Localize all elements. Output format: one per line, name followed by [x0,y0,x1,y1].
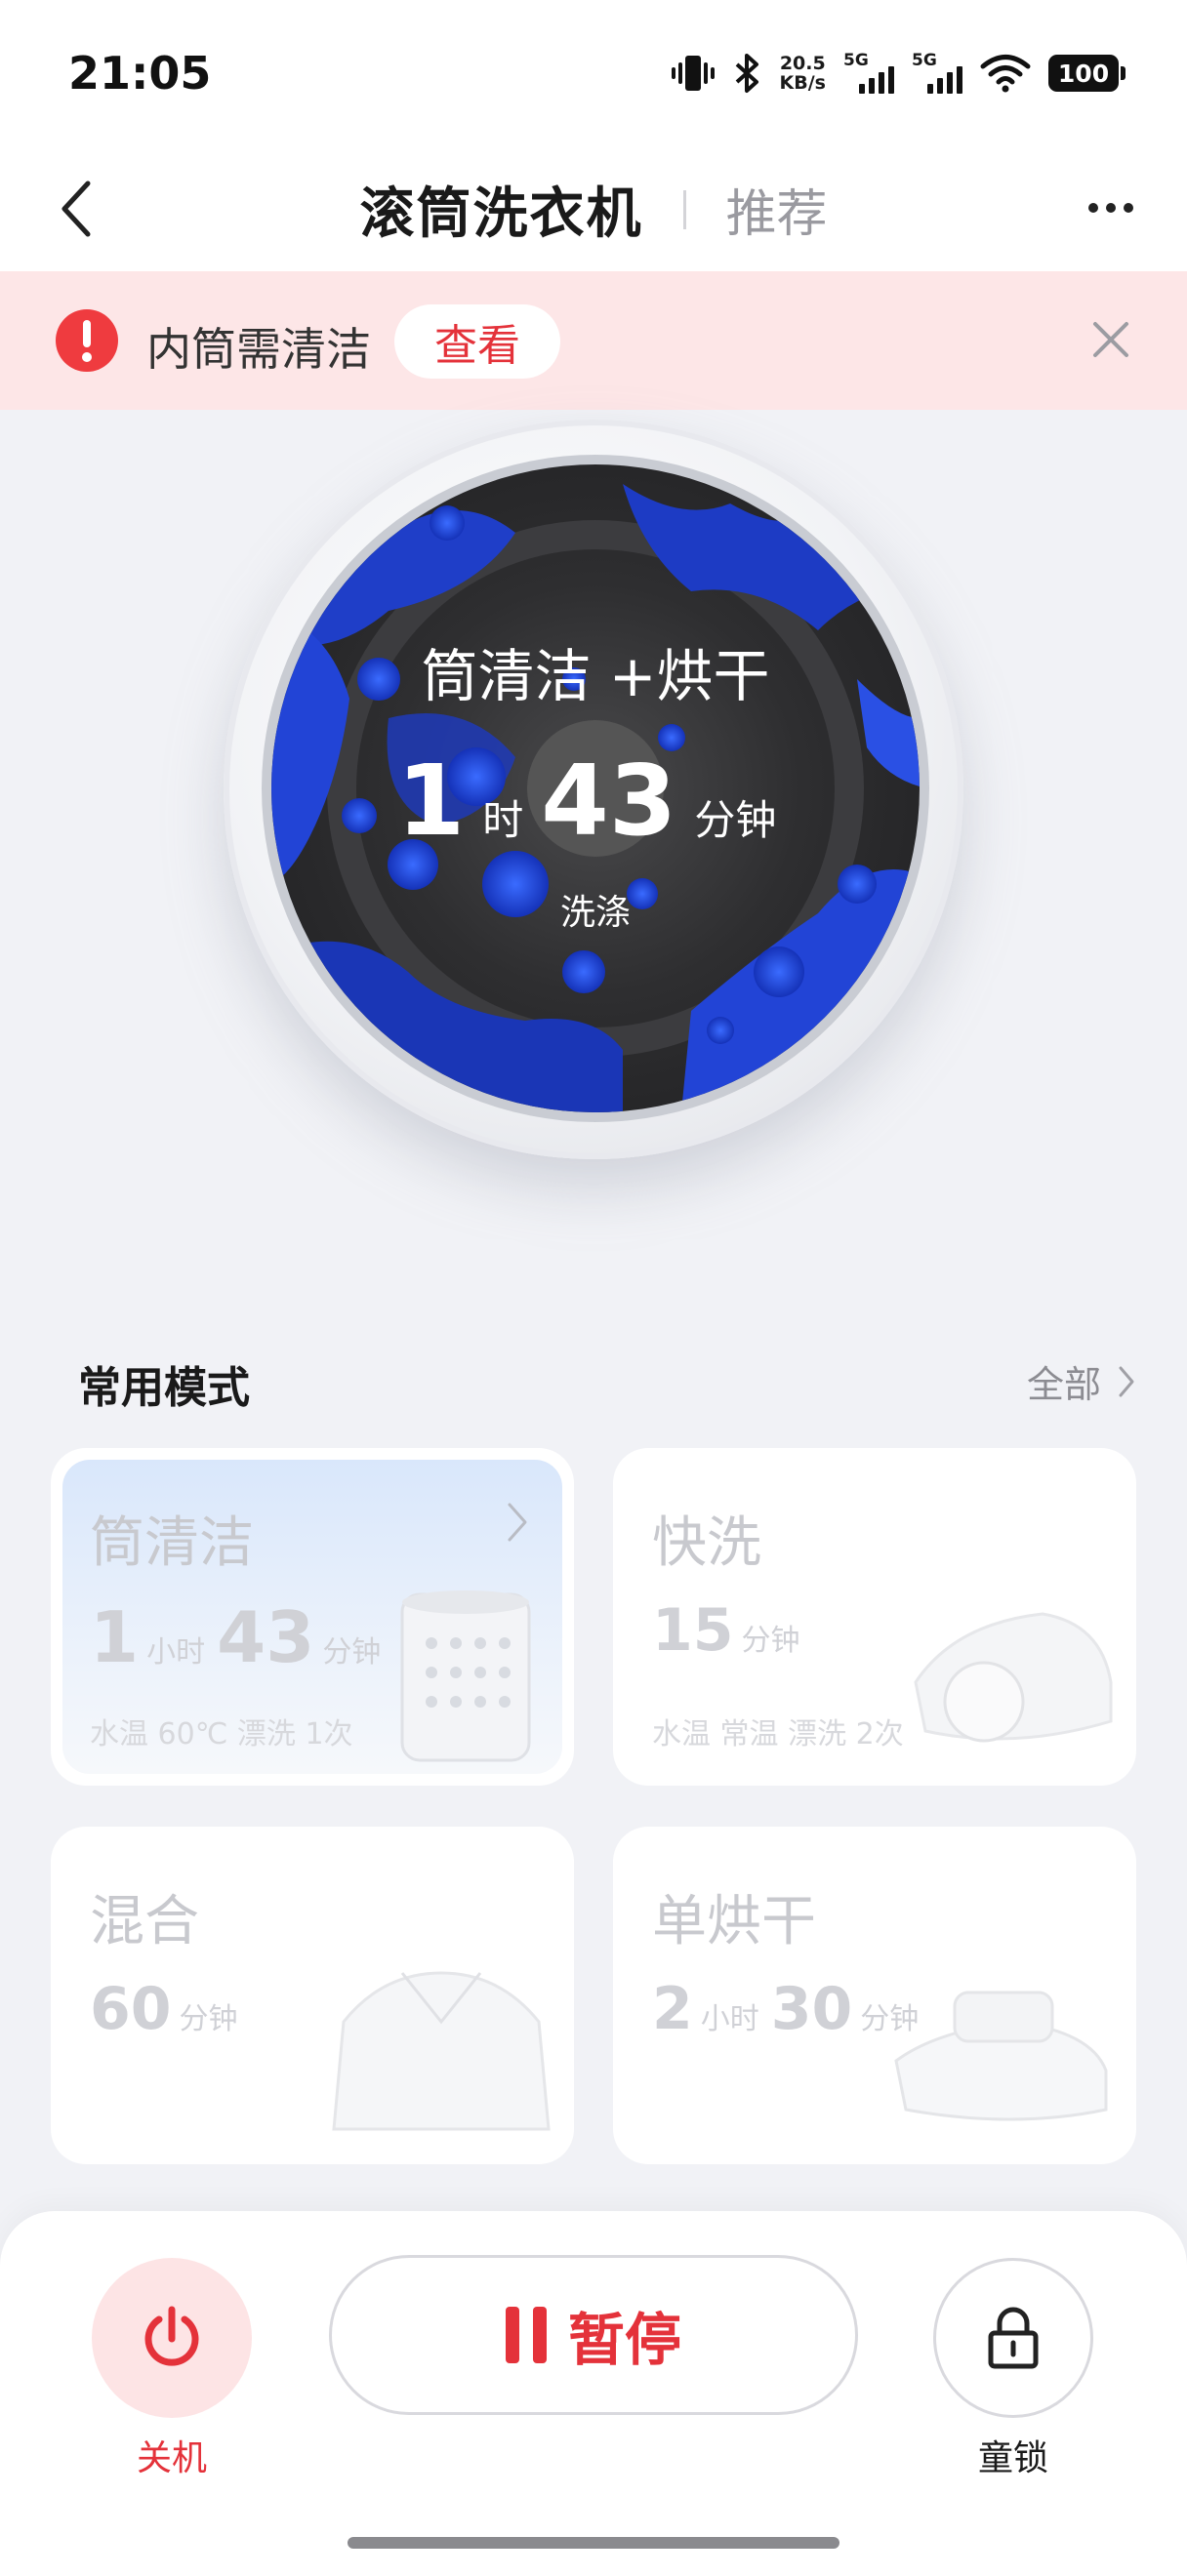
status-icons: 20.5 KB/s 5G 5G 100 [671,51,1126,96]
more-dot-icon [1088,203,1098,213]
duration-value: 43 [217,1596,315,1678]
pause-icon [505,2307,547,2363]
mode-card-drum-clean[interactable]: 筒清洁 1 小时 43 分钟 水温 60℃ 漂洗 1次 [51,1448,574,1786]
mode-name: 快洗 [652,1511,761,1575]
network-speed-value: 20.5 [779,53,826,74]
warning-icon [56,309,118,372]
clothes-image [914,1612,1113,1743]
mode-card-mixed[interactable]: 混合 60 分钟 [51,1827,574,2164]
current-stage: 洗涤 [559,893,631,933]
chevron-right-icon [1119,1366,1134,1396]
mode-details: 水温 60℃ 漂洗 1次 [90,1717,353,1751]
alert-view-button[interactable]: 查看 [394,304,560,379]
section-title: 常用模式 [78,1363,250,1413]
power-off-label: 关机 [136,2438,207,2478]
drum-status: 筒清洁 +烘干 1 时 43 分钟 洗涤 [271,464,920,1112]
vibrate-icon [671,54,716,93]
pause-label: 暂停 [567,2307,681,2373]
network-speed: 20.5 KB/s [780,54,826,93]
mode-card-quick-wash[interactable]: 快洗 15 分钟 水温 常温 漂洗 2次 [613,1448,1136,1786]
duration-unit: 小时 [700,2002,759,2036]
towel-image [894,1991,1108,2121]
current-program: 筒清洁 +烘干 [421,643,770,709]
duration-unit: 小时 [146,1635,206,1670]
home-indicator[interactable] [348,2537,839,2549]
app-header: 滚筒洗衣机 推荐 [0,146,1187,271]
mode-duration: 1 小时 43 分钟 [90,1596,392,1678]
status-bar: 21:05 20.5 KB/s 5G 5G 100 [0,0,1187,146]
status-time: 21:05 [68,47,212,100]
alert-banner: 内筒需清洁 查看 [0,271,1187,410]
mode-details: 水温 常温 漂洗 2次 [652,1717,904,1751]
child-lock-button[interactable] [933,2258,1093,2418]
duration-value: 60 [90,1975,172,2043]
alert-message: 内筒需清洁 [146,323,371,376]
wifi-icon [980,54,1031,93]
bluetooth-icon [733,53,762,94]
duration-unit: 分钟 [179,2002,238,2036]
power-icon [144,2306,199,2366]
tab-recommend[interactable]: 推荐 [725,173,827,246]
duration-unit: 分钟 [741,1624,800,1658]
duration-value: 1 [90,1596,140,1678]
mode-name: 混合 [90,1890,199,1953]
mode-duration: 60 分钟 [90,1975,250,2043]
child-lock-label: 童锁 [977,2438,1048,2478]
mode-name: 单烘干 [652,1890,816,1953]
more-dot-icon [1124,203,1133,213]
power-off-button[interactable] [92,2258,252,2418]
close-icon[interactable] [1082,310,1140,369]
view-all-button[interactable]: 全部 [1027,1354,1136,1408]
mode-card-dry-only[interactable]: 单烘干 2 小时 30 分钟 [613,1827,1136,2164]
hours-unit: 时 [482,796,524,844]
more-dot-icon [1106,203,1116,213]
minutes-unit: 分钟 [694,796,777,844]
chevron-right-icon [508,1503,527,1542]
duration-value: 30 [770,1975,853,2043]
remaining-time: 1 时 43 分钟 [271,744,920,858]
pause-button[interactable]: 暂停 [329,2255,858,2415]
shirt-image [332,1971,551,2131]
more-options-button[interactable] [1072,176,1150,240]
mode-name: 筒清洁 [90,1511,254,1575]
mode-duration: 15 分钟 [652,1596,812,1665]
view-all-label: 全部 [1026,1363,1101,1406]
title-divider [683,189,687,229]
duration-value: 15 [652,1596,734,1665]
signal-icon: 5G [843,51,894,96]
remaining-hours: 1 [396,744,466,858]
signal-icon: 5G [912,51,962,96]
network-speed-unit: KB/s [779,72,826,94]
duration-value: 2 [652,1975,693,2043]
remaining-minutes: 43 [541,744,677,858]
page-title: 滚筒洗衣机 [359,182,643,246]
battery-indicator: 100 [1048,55,1126,92]
drum-image [400,1590,531,1762]
lock-icon [988,2307,1039,2369]
